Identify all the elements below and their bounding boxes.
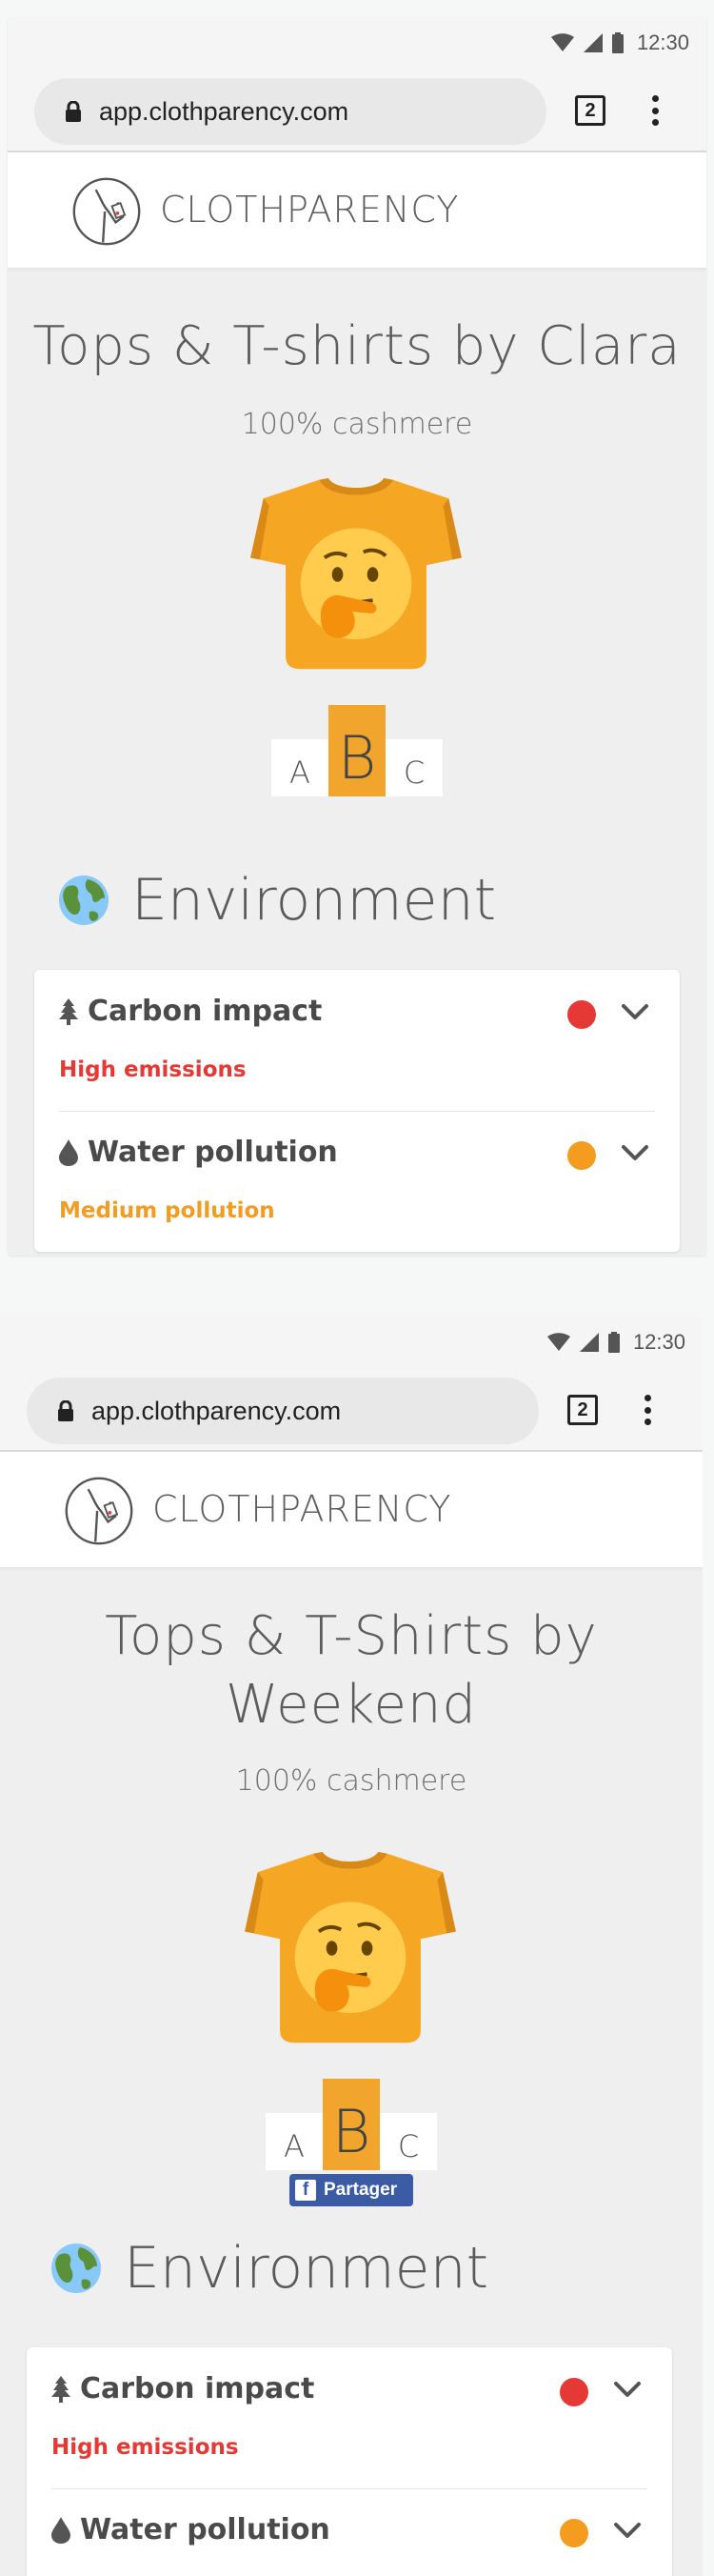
brand-name: CLOTHPARENCY	[160, 189, 460, 231]
browser-toolbar: app.clothparency.com 2	[0, 1370, 703, 1452]
clothparency-logo-icon[interactable]	[70, 175, 143, 248]
chevron-down-icon[interactable]	[621, 1002, 649, 1021]
tab-switcher-button[interactable]: 2	[575, 95, 605, 126]
status-time: 12:30	[632, 1330, 685, 1354]
water-pollution-row[interactable]: Water pollution	[27, 2488, 672, 2576]
url-text: app.clothparency.com	[99, 96, 349, 126]
product-title-line: Tops & T-shirts by Clara	[32, 315, 682, 377]
wifi-icon	[551, 33, 574, 52]
address-bar[interactable]: app.clothparency.com	[34, 78, 546, 145]
environment-heading: Environment	[50, 2235, 488, 2302]
status-dot-high	[567, 1000, 596, 1029]
carbon-impact-row[interactable]: Carbon impact High emissions	[34, 970, 680, 1111]
environment-title: Environment	[131, 867, 497, 934]
browser-menu-button[interactable]	[645, 91, 664, 130]
carbon-impact-row[interactable]: Carbon impact High emissions	[27, 2347, 672, 2488]
carbon-impact-status: High emissions	[51, 2435, 239, 2460]
tab-switcher-button[interactable]: 2	[567, 1395, 598, 1425]
tree-icon	[59, 998, 78, 1025]
product-title-line-1: Tops & T-Shirts by	[105, 1605, 598, 1667]
browser-menu-button[interactable]	[638, 1391, 657, 1429]
water-pollution-label: Water pollution	[80, 2513, 330, 2546]
chevron-down-icon[interactable]	[613, 2521, 642, 2540]
grade-selector: A B C	[0, 2079, 703, 2170]
share-label: Partager	[324, 2180, 398, 2200]
brand-name: CLOTHPARENCY	[152, 1488, 452, 1530]
address-bar[interactable]: app.clothparency.com	[27, 1378, 539, 1444]
environment-heading: Environment	[57, 867, 496, 934]
lock-icon	[65, 101, 82, 122]
clothparency-logo-icon[interactable]	[63, 1475, 135, 1547]
battery-icon	[608, 1332, 620, 1353]
site-header: CLOTHPARENCY	[0, 1452, 703, 1568]
product-title-line-2: Weekend	[226, 1674, 477, 1736]
url-text: app.clothparency.com	[91, 1396, 342, 1425]
tshirt-thinking-face-icon	[236, 1846, 465, 2050]
browser-toolbar: app.clothparency.com 2	[8, 70, 706, 152]
lock-icon	[57, 1400, 74, 1421]
status-dot-medium	[560, 2519, 588, 2547]
carbon-impact-status: High emissions	[59, 1057, 247, 1082]
environment-card: Carbon impact High emissions Water pollu…	[27, 2347, 672, 2576]
phone-screen-2: 12:30 app.clothparency.com 2 CLOTHPARENC…	[0, 1317, 703, 2576]
product-title: Tops & T-shirts by Clara	[8, 312, 706, 381]
carbon-impact-label: Carbon impact	[80, 2372, 315, 2405]
chevron-down-icon[interactable]	[621, 1143, 649, 1162]
carbon-impact-label: Carbon impact	[88, 995, 323, 1028]
product-material: 100% cashmere	[235, 1764, 467, 1798]
status-bar: 12:30	[0, 1317, 703, 1370]
environment-card: Carbon impact High emissions Water pollu…	[34, 970, 680, 1252]
grade-selector: A B C	[8, 705, 706, 796]
signal-icon	[584, 33, 603, 52]
chevron-down-icon[interactable]	[613, 2380, 642, 2399]
signal-icon	[580, 1333, 599, 1352]
grade-b-active: B	[323, 2079, 380, 2170]
water-pollution-row[interactable]: Water pollution Medium pollution	[34, 1111, 680, 1252]
earth-globe-icon	[50, 2242, 103, 2295]
tshirt-thinking-face-icon	[242, 473, 470, 676]
grade-c: C	[380, 2113, 437, 2170]
battery-icon	[612, 32, 624, 53]
status-bar: 12:30	[8, 17, 706, 70]
water-pollution-status: Medium pollution	[59, 1198, 275, 1223]
status-time: 12:30	[636, 30, 689, 54]
phone-screen-1: 12:30 app.clothparency.com 2 CLOTHPARENC…	[8, 17, 706, 1256]
wifi-icon	[547, 1333, 570, 1352]
earth-globe-icon	[57, 874, 110, 927]
tree-icon	[51, 2376, 70, 2403]
grade-a: A	[266, 2113, 323, 2170]
site-header: CLOTHPARENCY	[8, 152, 706, 269]
facebook-share-button[interactable]: f Partager	[289, 2174, 413, 2206]
product-title: Tops & T-Shirts by Weekend	[0, 1602, 703, 1740]
status-dot-high	[560, 2378, 588, 2406]
droplet-icon	[51, 2517, 70, 2544]
droplet-icon	[59, 1139, 78, 1166]
grade-a: A	[271, 739, 328, 796]
water-pollution-label: Water pollution	[88, 1136, 338, 1169]
grade-c: C	[386, 739, 443, 796]
grade-b-active: B	[328, 705, 386, 796]
status-dot-medium	[567, 1141, 596, 1170]
environment-title: Environment	[124, 2235, 489, 2302]
facebook-icon: f	[295, 2180, 316, 2201]
product-material: 100% cashmere	[241, 408, 473, 441]
